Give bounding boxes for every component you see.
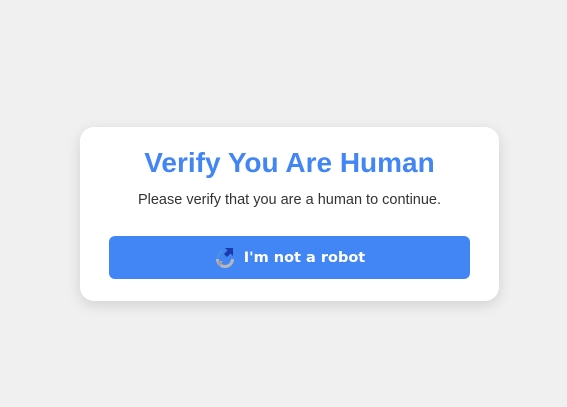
verification-card: Verify You Are Human Please verify that …: [80, 127, 499, 301]
button-label: I'm not a robot: [243, 249, 366, 266]
page: Verify You Are Human Please verify that …: [0, 0, 567, 407]
page-title: Verify You Are Human: [144, 147, 435, 178]
not-a-robot-button[interactable]: I'm not a robot: [109, 236, 470, 279]
verification-message: Please verify that you are a human to co…: [137, 192, 442, 208]
recaptcha-icon: [214, 247, 236, 269]
